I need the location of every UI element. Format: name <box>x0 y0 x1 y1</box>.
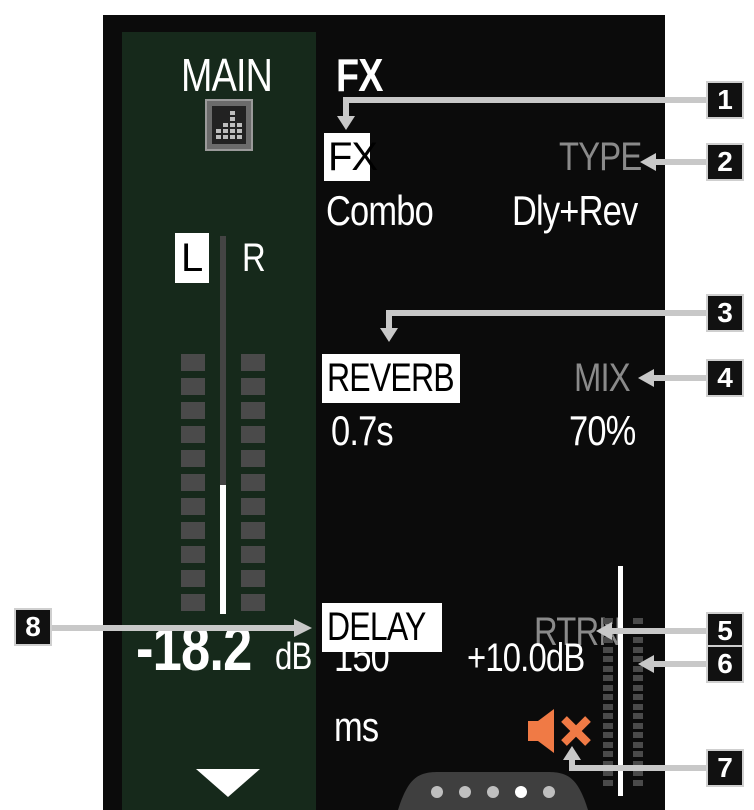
callout-3: 3 <box>706 294 744 332</box>
callout-leader-lines <box>52 97 708 771</box>
callout-2: 2 <box>706 143 744 181</box>
callout-1: 1 <box>706 81 744 119</box>
callout-6: 6 <box>706 645 744 683</box>
callout-7: 7 <box>706 749 744 787</box>
callout-8: 8 <box>14 608 52 646</box>
callout-4: 4 <box>706 359 744 397</box>
